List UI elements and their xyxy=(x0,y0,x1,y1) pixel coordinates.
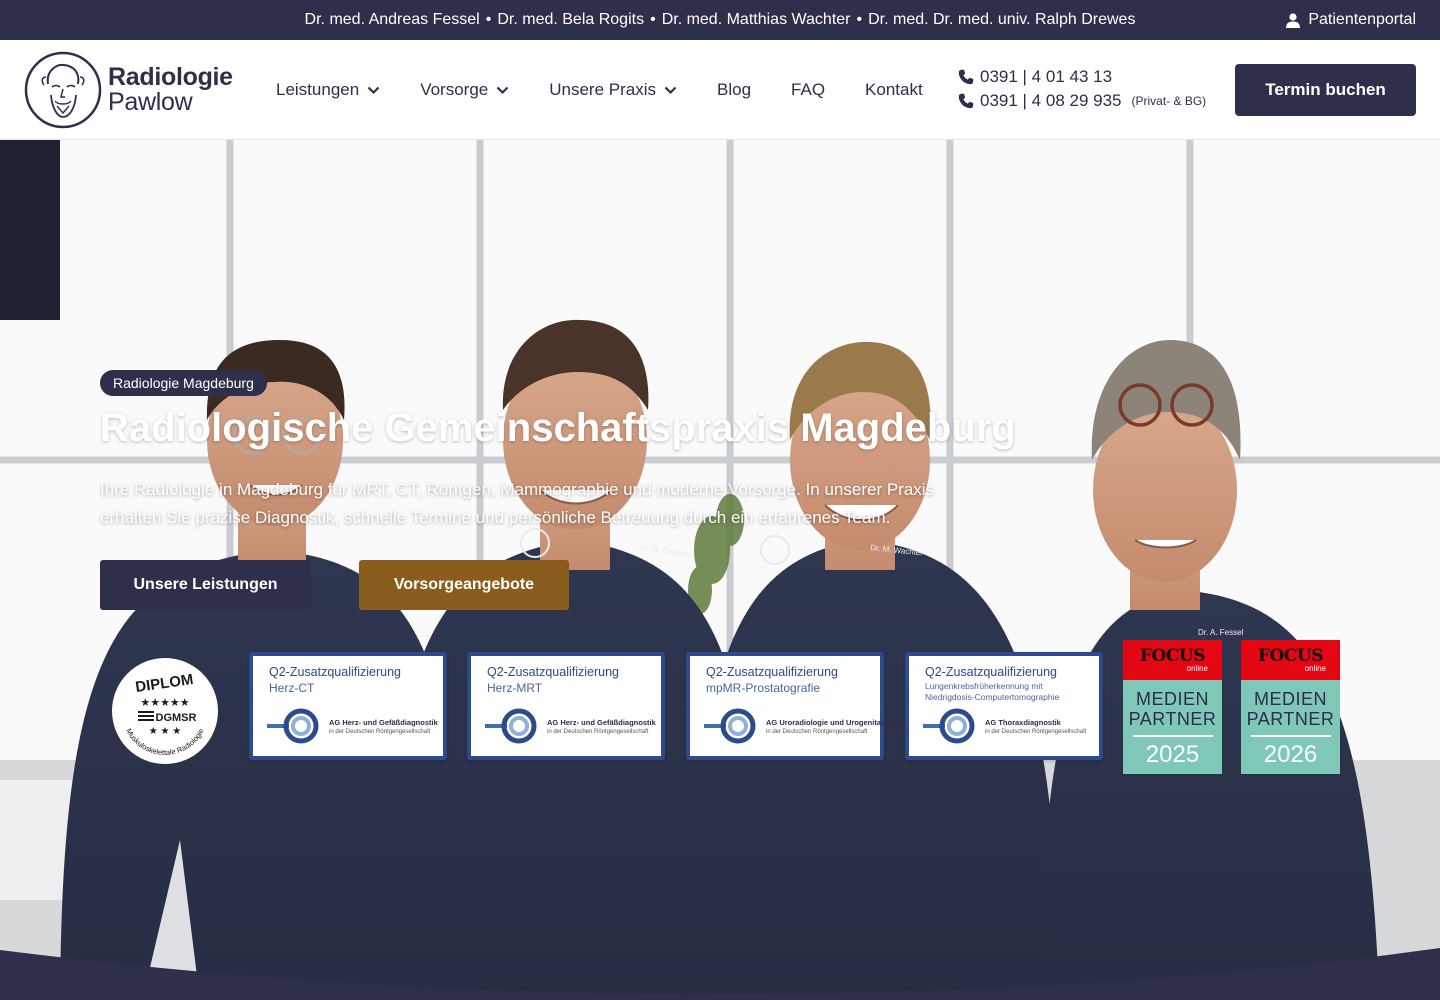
svg-text:DGMSR: DGMSR xyxy=(156,712,197,724)
certificate-title: Q2-Zusatzqualifizierung xyxy=(706,665,839,679)
certificate-title: Q2-Zusatzqualifizierung xyxy=(925,665,1058,679)
nav-item-label: Blog xyxy=(717,80,752,99)
hero-badge: Radiologie Magdeburg xyxy=(100,370,267,396)
focus-brand: FOCUS xyxy=(1257,645,1324,666)
logo-emblem-icon xyxy=(24,51,102,129)
site-header: Radiologie Pawlow Leistungen Vorsorge Un… xyxy=(0,40,1440,140)
certificate-org: AG Thoraxdiagnostik xyxy=(985,717,1061,727)
nav-item-kontakt[interactable]: Kontakt xyxy=(865,80,923,100)
ag-logo-icon xyxy=(923,708,975,744)
focus-line2: PARTNER xyxy=(1246,709,1335,729)
divider xyxy=(1250,735,1331,737)
phone-number: 0391 | 4 01 43 13 xyxy=(980,67,1113,86)
nav-item-leistungen[interactable]: Leistungen xyxy=(276,80,380,100)
separator: • xyxy=(856,11,863,28)
separator: • xyxy=(650,11,656,28)
focus-brand: FOCUS xyxy=(1139,645,1206,666)
phone-link-private[interactable]: 0391 | 4 08 29 935 (Privat- & BG) xyxy=(958,91,1206,111)
certificate-org: AG Uroradiologie und Urogenitaldiagnosti… xyxy=(766,717,921,727)
divider xyxy=(1132,735,1213,737)
hero-section: Dr. R. Drewes Dr. M. Wachter Dr. A. Fess… xyxy=(0,140,1440,1000)
focus-year: 2025 xyxy=(1145,741,1200,768)
book-appointment-button[interactable]: Termin buchen xyxy=(1235,64,1416,116)
certificate-org: AG Herz- und Gefäßdiagnostik xyxy=(329,717,438,727)
logo-text-line2: Pawlow xyxy=(108,88,193,116)
hero-bottom-wave xyxy=(0,948,1440,1000)
ag-logo-icon xyxy=(485,708,537,744)
nav-item-label: Vorsorge xyxy=(420,80,489,99)
chevron-down-icon xyxy=(496,86,509,94)
user-icon xyxy=(1286,12,1301,28)
certificate-title: Q2-Zusatzqualifizierung xyxy=(269,665,402,679)
nav-item-label: Leistungen xyxy=(276,80,360,99)
certificate-subtitle: mpMR-Prostatografie xyxy=(706,681,821,695)
nav-item-label: Kontakt xyxy=(865,80,923,99)
focus-media-partner-badge-2026: FOCUS online MEDIEN PARTNER 2026 xyxy=(1241,640,1340,774)
doctor-name: Dr. med. Matthias Wachter xyxy=(661,11,851,28)
focus-line1: MEDIEN xyxy=(1253,689,1327,709)
phone-note: (Privat- & BG) xyxy=(1131,94,1207,108)
patient-portal-link[interactable]: Patientenportal xyxy=(1286,0,1416,40)
certificate-subtitle: Herz-CT xyxy=(269,681,315,695)
certificate-lungenkrebs: Q2-Zusatzqualifizierung Lungenkrebsfrühe… xyxy=(905,652,1103,760)
svg-text:★ ★ ★: ★ ★ ★ xyxy=(149,726,181,737)
main-nav: Leistungen Vorsorge Unsere Praxis Blog F… xyxy=(276,40,923,140)
prevention-offers-button[interactable]: Vorsorgeangebote xyxy=(359,560,569,610)
services-button[interactable]: Unsere Leistungen xyxy=(100,560,311,610)
focus-line2: PARTNER xyxy=(1128,709,1217,729)
top-bar: Dr. med. Andreas Fessel • Dr. med. Bela … xyxy=(0,0,1440,40)
doctor-name: Dr. med. Andreas Fessel xyxy=(304,11,480,28)
phone-icon xyxy=(958,93,974,109)
nav-item-blog[interactable]: Blog xyxy=(717,80,751,100)
certificate-org-sub: in der Deutschen Röntgengesellschaft xyxy=(766,728,868,735)
ag-logo-icon xyxy=(704,708,756,744)
focus-year: 2026 xyxy=(1263,741,1318,768)
chevron-down-icon xyxy=(367,86,380,94)
certificate-herz-ct: Q2-Zusatzqualifizierung Herz-CT AG Herz-… xyxy=(249,652,447,760)
hero-description: Ihre Radiologie in Magdeburg für MRT, CT… xyxy=(100,480,935,527)
dgmsr-diploma-seal: DIPLOM ★★★★★ DGMSR ★ ★ ★ Muskuloskeletta… xyxy=(112,658,218,764)
certificate-org-sub: in der Deutschen Röntgengesellschaft xyxy=(329,728,431,735)
ag-logo-icon xyxy=(267,708,319,744)
doctor-name: Dr. med. Dr. med. univ. Ralph Drewes xyxy=(868,11,1136,28)
chevron-down-icon xyxy=(664,86,677,94)
nav-item-vorsorge[interactable]: Vorsorge xyxy=(420,80,509,100)
svg-text:★★★★★: ★★★★★ xyxy=(140,697,189,709)
nav-item-label: Unsere Praxis xyxy=(549,80,656,99)
phone-icon xyxy=(958,69,974,85)
doctor-name: Dr. med. Bela Rogits xyxy=(497,11,645,28)
certificate-mpmr-prostatografie: Q2-Zusatzqualifizierung mpMR-Prostatogra… xyxy=(686,652,921,760)
certificate-subtitle: Herz-MRT xyxy=(487,681,543,695)
svg-text:Dr. A. Fessel: Dr. A. Fessel xyxy=(1198,628,1244,637)
nav-item-faq[interactable]: FAQ xyxy=(791,80,825,100)
focus-media-partner-badge-2025: FOCUS online MEDIEN PARTNER 2025 xyxy=(1123,640,1222,774)
patient-portal-label: Patientenportal xyxy=(1308,11,1416,28)
logo-text-line1: Radiologie xyxy=(108,63,233,91)
phone-number: 0391 | 4 08 29 935 xyxy=(980,91,1122,110)
certificate-subtitle: Lungenkrebsfrüherkennung mit Niedrigdosi… xyxy=(925,681,1060,702)
nav-item-label: FAQ xyxy=(791,80,826,99)
focus-online: online xyxy=(1304,663,1326,673)
focus-line1: MEDIEN xyxy=(1135,689,1209,709)
certificate-org: AG Herz- und Gefäßdiagnostik xyxy=(547,717,656,727)
focus-online: online xyxy=(1186,663,1208,673)
doctor-names: Dr. med. Andreas Fessel • Dr. med. Bela … xyxy=(305,11,1136,29)
certificate-title: Q2-Zusatzqualifizierung xyxy=(487,665,620,679)
logo[interactable]: Radiologie Pawlow xyxy=(24,51,233,129)
phone-numbers: 0391 | 4 01 43 13 0391 | 4 08 29 935 (Pr… xyxy=(958,67,1206,111)
certificate-org-sub: in der Deutschen Röntgengesellschaft xyxy=(547,728,649,735)
separator: • xyxy=(485,11,492,28)
certificate-herz-mrt: Q2-Zusatzqualifizierung Herz-MRT AG Herz… xyxy=(467,652,665,760)
hero-title: Radiologische Gemeinschaftspraxis Magdeb… xyxy=(100,406,1016,450)
phone-link-main[interactable]: 0391 | 4 01 43 13 xyxy=(958,67,1206,87)
certificate-org-sub: in der Deutschen Röntgengesellschaft xyxy=(985,728,1087,735)
nav-item-unsere-praxis[interactable]: Unsere Praxis xyxy=(549,80,677,100)
